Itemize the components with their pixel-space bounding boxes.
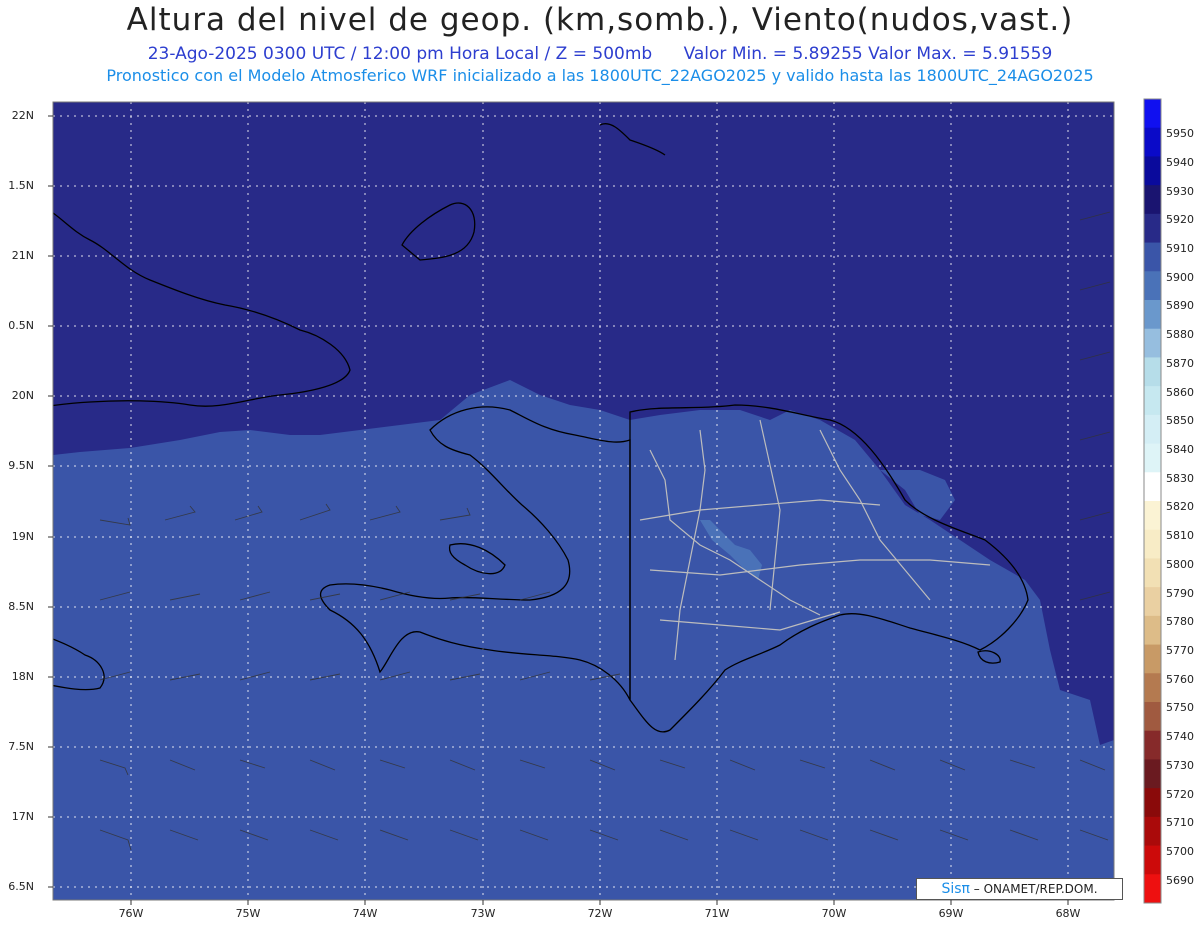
colorbar-swatch	[1144, 587, 1161, 617]
lat-label: 6.5N	[8, 880, 34, 893]
lat-label: 7.5N	[8, 740, 34, 753]
colorbar-label: 5750	[1166, 701, 1194, 715]
colorbar-swatch	[1144, 730, 1161, 760]
lat-label: 21N	[11, 249, 34, 262]
colorbar-swatch	[1144, 271, 1161, 301]
colorbar-label: 5770	[1166, 643, 1194, 657]
colorbar-swatch	[1144, 156, 1161, 186]
colorbar-label: 5870	[1166, 356, 1194, 370]
lat-label: 1.5N	[8, 179, 34, 192]
colorbar-swatch	[1144, 357, 1161, 387]
colorbar-swatch	[1144, 759, 1161, 789]
colorbar-label: 5690	[1166, 873, 1194, 887]
lon-label: 76W	[118, 907, 144, 920]
lon-label: 68W	[1055, 907, 1081, 920]
colorbar-label: 5900	[1166, 270, 1194, 284]
colorbar-swatch	[1144, 845, 1161, 875]
colorbar-label: 5790	[1166, 586, 1194, 600]
lat-label: 20N	[11, 389, 34, 402]
colorbar-label: 5930	[1166, 184, 1194, 198]
lat-label: 18N	[11, 670, 34, 683]
colorbar-swatch	[1144, 673, 1161, 703]
colorbar	[1143, 98, 1162, 904]
colorbar-label: 5740	[1166, 730, 1194, 744]
colorbar-label: 5950	[1166, 127, 1194, 141]
colorbar-swatch	[1144, 558, 1161, 588]
colorbar-swatch	[1144, 414, 1161, 445]
lon-label: 75W	[235, 907, 261, 920]
colorbar-label: 5830	[1166, 471, 1194, 485]
colorbar-swatch	[1144, 702, 1161, 732]
colorbar-swatch	[1144, 213, 1161, 244]
lon-label: 72W	[587, 907, 613, 920]
colorbar-label: 5710	[1166, 816, 1194, 830]
map-plot	[48, 98, 1162, 905]
lat-label: 22N	[11, 109, 34, 122]
colorbar-swatch	[1144, 529, 1161, 559]
lon-label: 73W	[470, 907, 496, 920]
colorbar-swatch	[1144, 472, 1161, 502]
colorbar-label: 5700	[1166, 844, 1194, 858]
colorbar-label: 5800	[1166, 557, 1194, 571]
lon-label: 74W	[352, 907, 378, 920]
colorbar-label: 5850	[1166, 414, 1194, 428]
colorbar-swatch	[1144, 328, 1161, 358]
colorbar-swatch	[1144, 127, 1161, 157]
lat-label: 9.5N	[8, 459, 34, 472]
colorbar-label: 5880	[1166, 328, 1194, 342]
credit-org: – ONAMET/REP.DOM.	[973, 882, 1098, 896]
colorbar-label: 5910	[1166, 241, 1194, 255]
colorbar-swatch	[1144, 501, 1161, 531]
colorbar-swatch	[1144, 644, 1161, 674]
colorbar-label: 5730	[1166, 758, 1194, 772]
colorbar-label: 5810	[1166, 529, 1194, 543]
colorbar-swatch	[1144, 874, 1161, 904]
colorbar-label: 5720	[1166, 787, 1194, 801]
colorbar-swatch	[1144, 242, 1161, 272]
lon-label: 69W	[938, 907, 964, 920]
sis-logo: Sisπ	[941, 881, 970, 897]
colorbar-swatch	[1144, 300, 1161, 330]
colorbar-swatch	[1144, 816, 1161, 847]
colorbar-swatch	[1144, 615, 1161, 646]
lat-label: 17N	[11, 810, 34, 823]
lat-label: 19N	[11, 530, 34, 543]
colorbar-label: 5860	[1166, 385, 1194, 399]
colorbar-swatch	[1144, 788, 1161, 818]
colorbar-label: 5820	[1166, 500, 1194, 514]
colorbar-label: 5940	[1166, 155, 1194, 169]
colorbar-label: 5890	[1166, 299, 1194, 313]
colorbar-label: 5760	[1166, 672, 1194, 686]
lon-label: 71W	[704, 907, 730, 920]
lat-label: 0.5N	[8, 319, 34, 332]
colorbar-label: 5920	[1166, 213, 1194, 227]
colorbar-swatch	[1144, 185, 1161, 215]
credit-box: Sisπ – ONAMET/REP.DOM.	[916, 878, 1123, 900]
colorbar-swatch	[1144, 386, 1161, 416]
lat-label: 8.5N	[8, 600, 34, 613]
lon-label: 70W	[821, 907, 847, 920]
colorbar-swatch	[1144, 443, 1161, 473]
colorbar-label: 5840	[1166, 442, 1194, 456]
map-field	[53, 102, 1114, 900]
colorbar-swatch	[1144, 99, 1161, 129]
colorbar-label: 5780	[1166, 615, 1194, 629]
